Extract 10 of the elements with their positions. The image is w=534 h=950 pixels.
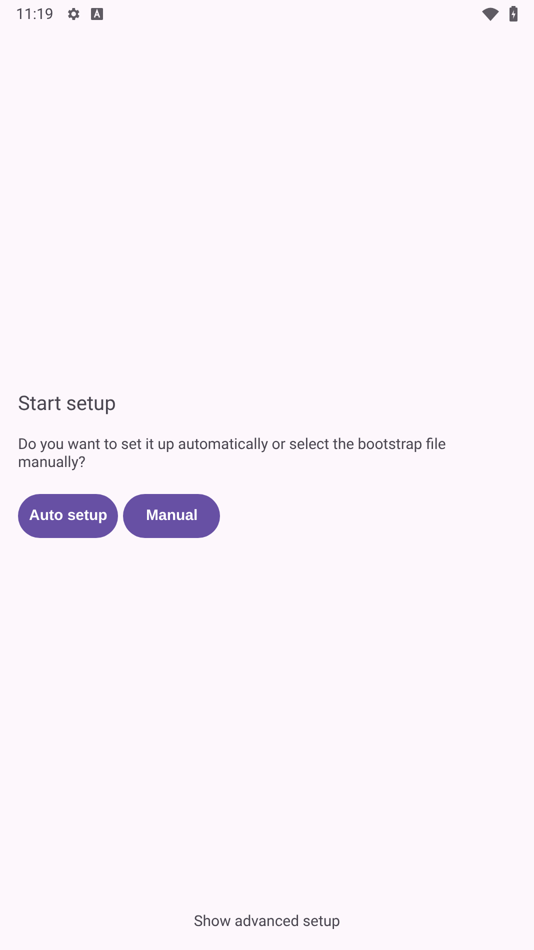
advanced-setup-link[interactable]: Show advanced setup [194,912,340,930]
setup-title: Start setup [18,390,117,414]
setup-button[interactable]: Manual [123,494,220,538]
wifi-icon [482,7,499,21]
battery-icon [509,6,518,22]
setup-message: Do you want to set it up automatically or select the bootstrap file manually? [18,434,447,470]
setup-button[interactable]: Auto setup [18,494,118,538]
keyboard-a-icon [91,8,104,20]
status-time: 11:19 [16,5,54,23]
settings-icon [65,6,82,22]
